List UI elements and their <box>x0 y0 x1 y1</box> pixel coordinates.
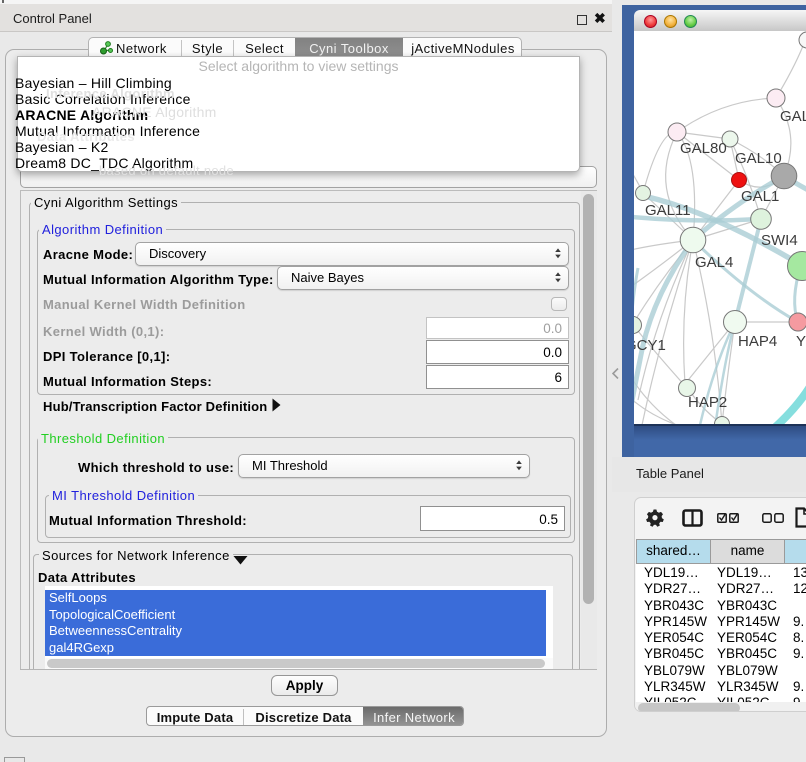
svg-text:GAL80: GAL80 <box>680 140 727 157</box>
svg-text:GAL7: GAL7 <box>780 108 806 125</box>
svg-text:Y: Y <box>796 333 806 350</box>
svg-text:SWI4: SWI4 <box>761 232 798 249</box>
svg-text:GAL10: GAL10 <box>735 150 782 167</box>
svg-text:GAL11: GAL11 <box>645 202 691 219</box>
svg-text:HAP2: HAP2 <box>688 394 727 411</box>
svg-text:HAP4: HAP4 <box>738 333 777 350</box>
svg-text:GAL1: GAL1 <box>741 188 779 205</box>
svg-text:GAL4: GAL4 <box>695 254 733 271</box>
svg-text:GCY1: GCY1 <box>634 337 666 354</box>
